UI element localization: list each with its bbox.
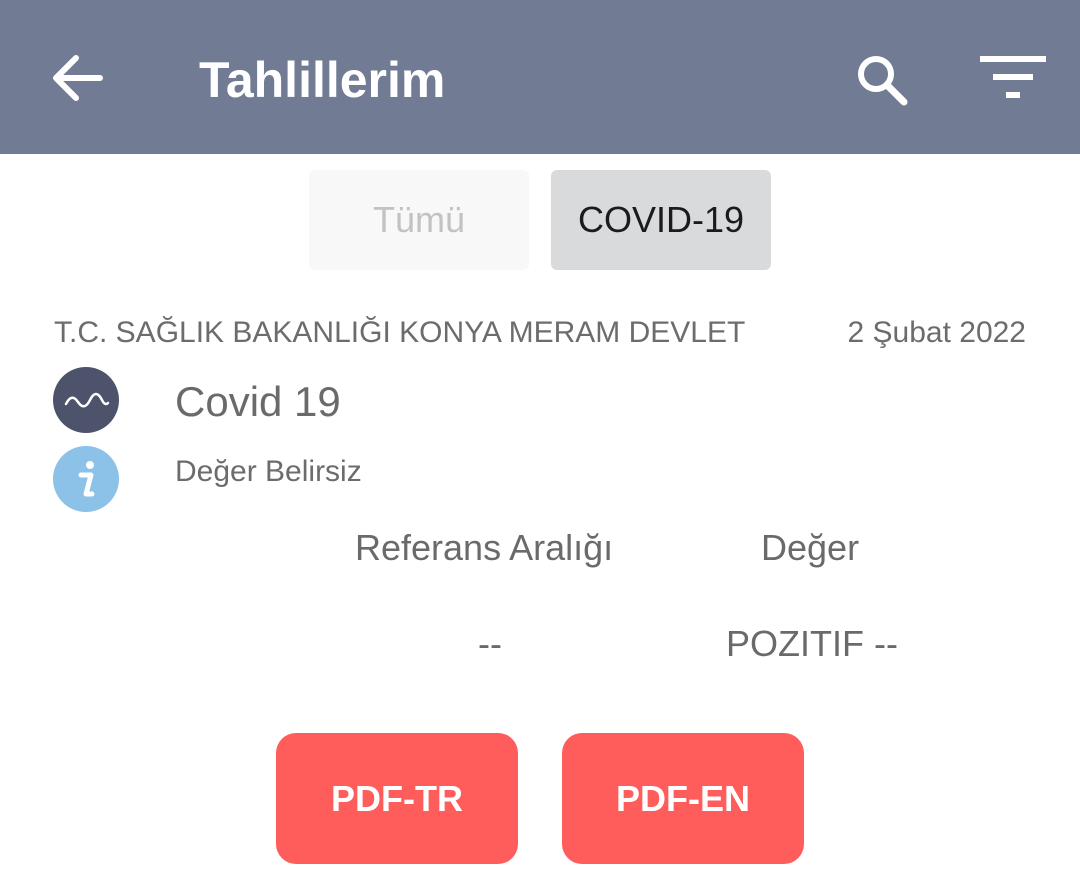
- filter-button[interactable]: [976, 50, 1050, 104]
- search-icon: [858, 56, 908, 106]
- tab-covid-19[interactable]: COVID-19: [551, 170, 771, 270]
- arrow-left-icon: [53, 55, 103, 101]
- app-bar: Tahlillerim: [0, 0, 1080, 154]
- pdf-tr-button[interactable]: PDF-TR: [276, 733, 518, 864]
- reference-range-header: Referans Aralığı: [355, 527, 614, 568]
- wave-icon: [53, 367, 119, 433]
- result-date: 2 Şubat 2022: [847, 316, 1027, 349]
- info-icon: [53, 446, 119, 512]
- test-name: Covid 19: [175, 378, 341, 425]
- value-header: Değer: [761, 527, 860, 568]
- tab-all[interactable]: Tümü: [309, 170, 529, 270]
- reference-range-value: --: [478, 623, 502, 664]
- search-button[interactable]: [852, 50, 912, 110]
- result-value: POZITIF --: [726, 623, 898, 664]
- back-button[interactable]: [50, 52, 106, 104]
- pdf-en-button[interactable]: PDF-EN: [562, 733, 804, 864]
- status-text: Değer Belirsiz: [175, 455, 362, 488]
- page-title: Tahlillerim: [199, 52, 446, 108]
- hospital-name: T.C. SAĞLIK BAKANLIĞI KONYA MERAM DEVLET: [54, 316, 746, 349]
- filter-icon: [980, 56, 1046, 98]
